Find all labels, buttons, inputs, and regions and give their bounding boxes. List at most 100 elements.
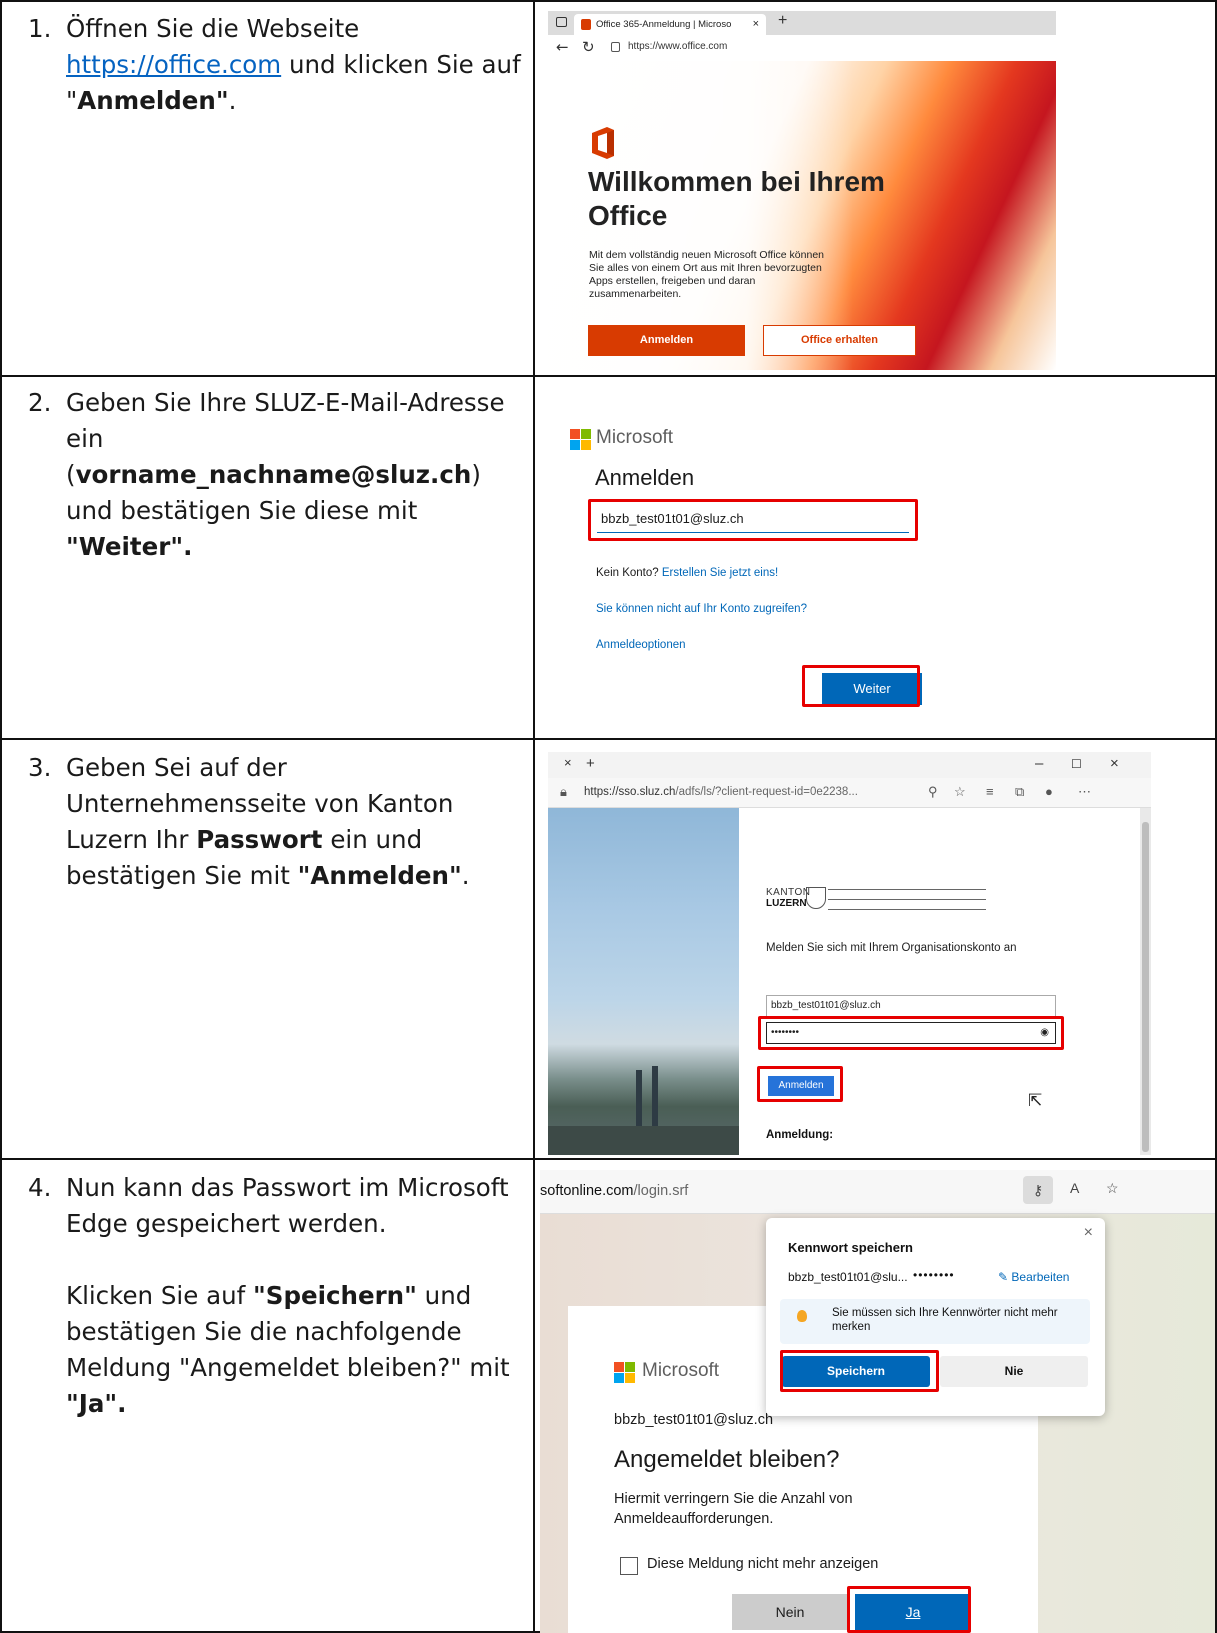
url-host: https://sso.sluz.ch [584, 786, 676, 798]
dont-show-again-checkbox[interactable] [620, 1557, 638, 1575]
stay-signed-in-title: Angemeldet bleiben? [614, 1446, 840, 1473]
favorite-star-icon[interactable]: ☆ [954, 784, 966, 800]
tab-actions-icon[interactable] [556, 17, 567, 27]
popup-password-dots: •••••••• [913, 1268, 955, 1282]
step-3-text-c: . [461, 861, 470, 890]
tab-title: Office 365-Anmeldung | Microso [596, 19, 732, 30]
pencil-icon: ✎ [998, 1270, 1012, 1284]
logo-rule [828, 899, 986, 900]
add-favorite-icon[interactable]: ☆ [1106, 1180, 1119, 1197]
url-field[interactable]: https://sso.sluz.ch/adfs/ls/?client-requ… [584, 786, 858, 798]
kanton-luzern-signin-screenshot: × + – ☐ × 🔒︎ https://sso.sluz.ch/adfs/ls… [548, 752, 1151, 1155]
cant-access-link[interactable]: Sie können nicht auf Ihr Konto zugreifen… [596, 603, 807, 615]
back-arrow-icon[interactable]: ← [556, 38, 569, 56]
microsoft-brand: Microsoft [642, 1360, 720, 1381]
office-favicon-icon [581, 19, 591, 30]
signin-footer-label: Anmeldung: [766, 1129, 834, 1141]
kanton-luzern-logo: KANTON LUZERN [766, 887, 986, 917]
address-bar: ← ↻ https://www.office.com [548, 35, 1056, 61]
logo-rule [828, 889, 986, 890]
key-icon[interactable]: ⚷ [1023, 1176, 1053, 1204]
popup-username: bbzb_test01t01@slu... [788, 1270, 908, 1284]
favorites-list-icon[interactable]: ≡ [986, 784, 994, 799]
step-1-emphasis: Anmelden" [77, 86, 229, 115]
read-aloud-icon[interactable]: A [1070, 1180, 1079, 1196]
mouse-pointer-icon: ⇱ [1028, 1091, 1043, 1111]
step-number: 1. [28, 14, 52, 43]
stay-signed-in-description: Hiermit verringern Sie die Anzahl von An… [614, 1491, 853, 1527]
table-row-divider [0, 1158, 1217, 1160]
logo-line-1: KANTON [766, 887, 811, 898]
step-4-yes-emphasis: "Ja". [66, 1389, 127, 1418]
email-highlight-box [588, 499, 918, 541]
step-4-intro: Nun kann das Passwort im Microsoft Edge … [66, 1173, 509, 1238]
table-row-divider [0, 375, 1217, 377]
new-tab-icon[interactable]: + [586, 755, 595, 772]
office-logo-icon [592, 127, 614, 159]
more-menu-icon[interactable]: ⋯ [1078, 784, 1091, 800]
close-window-icon[interactable]: × [1110, 755, 1119, 772]
popup-edit-link[interactable]: ✎ Bearbeiten [998, 1270, 1069, 1284]
maximize-icon[interactable]: ☐ [1071, 757, 1082, 771]
step-number: 2. [28, 388, 52, 417]
logo-line-2: LUZERN [766, 898, 807, 909]
address-bar: softonline.com/login.srf ⚷ A ☆ [540, 1170, 1215, 1214]
lightbulb-icon [797, 1310, 807, 1322]
popup-tip: Sie müssen sich Ihre Kennwörter nicht me… [780, 1299, 1090, 1344]
dont-show-again-label[interactable]: Diese Meldung nicht mehr anzeigen [647, 1556, 878, 1572]
table-border-top [0, 0, 1217, 2]
url-path: /login.srf [633, 1183, 689, 1199]
signin-options-link[interactable]: Anmeldeoptionen [596, 639, 686, 651]
new-tab-icon[interactable]: + [778, 12, 787, 30]
step-3-button-emphasis: "Anmelden" [297, 861, 462, 890]
never-button[interactable]: Nie [940, 1356, 1088, 1387]
account-email: bbzb_test01t01@sluz.ch [614, 1412, 774, 1428]
microsoft-logo-icon [614, 1362, 636, 1384]
profile-avatar-icon[interactable]: ● [1045, 784, 1053, 799]
office-homepage-screenshot: Office 365-Anmeldung | Microso × + ← ↻ h… [548, 11, 1056, 370]
step-number: 3. [28, 753, 52, 782]
popup-close-icon[interactable]: × [1084, 1224, 1093, 1242]
office-signin-button[interactable]: Anmelden [588, 325, 745, 356]
save-highlight-box [780, 1350, 939, 1392]
scrollbar[interactable] [1140, 808, 1151, 1155]
popup-tip-text: Sie müssen sich Ihre Kennwörter nicht me… [832, 1307, 1058, 1333]
no-button[interactable]: Nein [732, 1594, 848, 1630]
no-account-text: Kein Konto? [596, 567, 662, 579]
office-hero: Willkommen bei Ihrem Office Mit dem voll… [548, 61, 1056, 370]
table-column-divider [533, 0, 535, 1633]
step-1-text-c: . [228, 86, 237, 115]
scrollbar-thumb[interactable] [1142, 822, 1149, 1152]
step-2-email-emphasis: vorname_nachname@sluz.ch [75, 460, 472, 489]
zoom-icon[interactable]: ⚲ [928, 784, 938, 800]
signin-highlight-box [757, 1066, 843, 1102]
url-path: /adfs/ls/?client-request-id=0e2238... [675, 786, 858, 798]
username-field[interactable]: bbzb_test01t01@sluz.ch [766, 995, 1056, 1017]
collections-icon[interactable]: ⧉ [1015, 784, 1024, 800]
lock-icon [611, 42, 620, 52]
town-silhouette [548, 1126, 739, 1155]
microsoft-brand: Microsoft [596, 427, 674, 448]
refresh-icon[interactable]: ↻ [582, 38, 595, 56]
close-tab-icon[interactable]: × [564, 755, 572, 770]
office-link[interactable]: https://office.com [66, 50, 281, 79]
url-field[interactable]: https://www.office.com [628, 41, 727, 52]
popup-edit-label: Bearbeiten [1011, 1270, 1070, 1284]
browser-tab-bar: × + – ☐ × [548, 752, 1151, 778]
microsoft-logo-icon [570, 429, 592, 451]
close-tab-icon[interactable]: × [753, 14, 759, 35]
lock-icon: 🔒︎ [560, 784, 567, 799]
microsoft-signin-screenshot: Microsoft Anmelden bbzb_test01t01@sluz.c… [540, 385, 1200, 725]
step-3-password-emphasis: Passwort [196, 825, 323, 854]
get-office-button[interactable]: Office erhalten [763, 325, 916, 356]
create-account-link[interactable]: Erstellen Sie jetzt eins! [662, 567, 778, 579]
browser-tab-bar: Office 365-Anmeldung | Microso × + [548, 11, 1056, 35]
table-row-divider [0, 738, 1217, 740]
popup-title: Kennwort speichern [788, 1240, 913, 1255]
minimize-icon[interactable]: – [1035, 755, 1043, 772]
org-account-prompt: Melden Sie sich mit Ihrem Organisationsk… [766, 942, 1017, 954]
edge-save-password-screenshot: softonline.com/login.srf ⚷ A ☆ Microsoft… [540, 1170, 1215, 1633]
url-field[interactable]: softonline.com/login.srf [540, 1183, 688, 1199]
browser-tab[interactable]: Office 365-Anmeldung | Microso × [574, 14, 766, 35]
step-1-text-a: Öffnen Sie die Webseite [66, 14, 360, 43]
